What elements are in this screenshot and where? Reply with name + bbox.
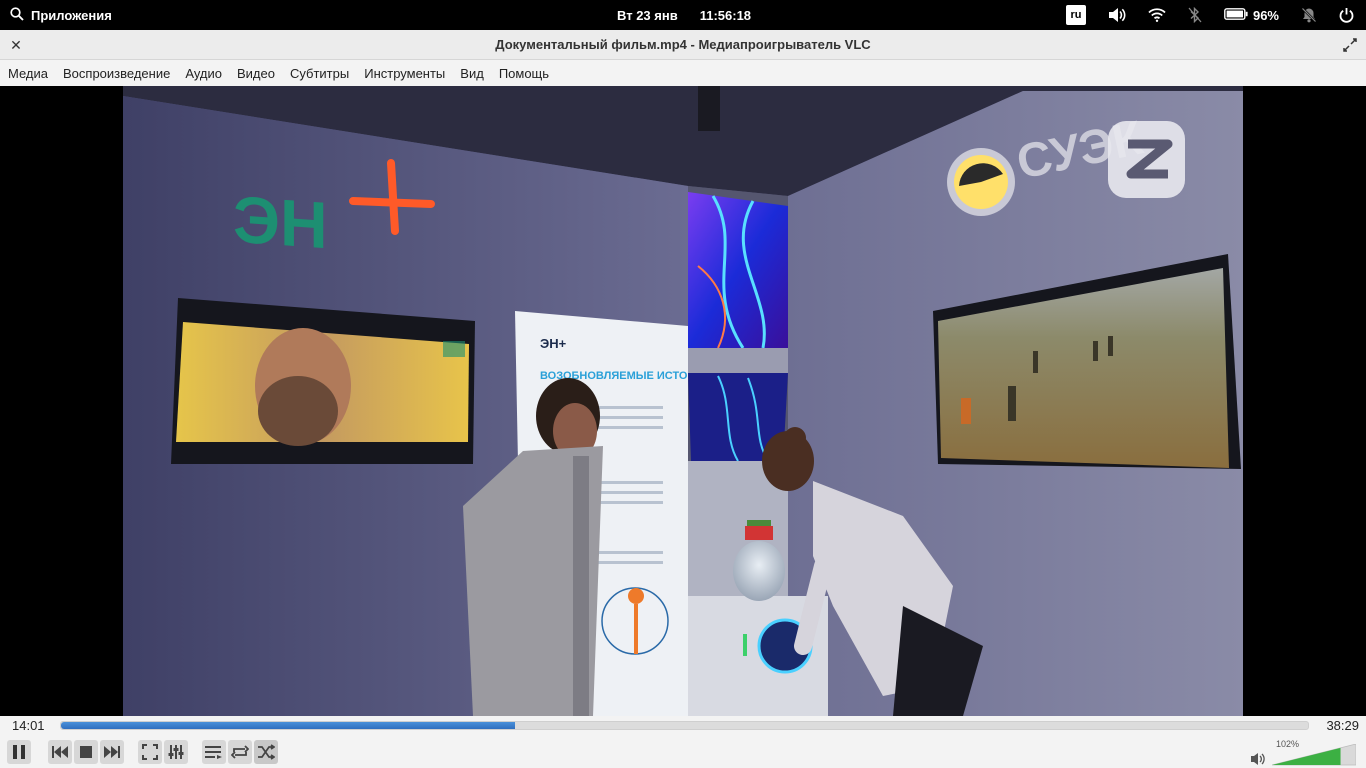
restore-window-icon[interactable] — [1342, 37, 1358, 53]
volume-icon[interactable] — [1108, 7, 1126, 23]
system-top-bar: Приложения Вт 23 янв 11:56:18 ru 96% — [0, 0, 1366, 30]
next-button[interactable] — [100, 740, 124, 764]
volume-slider[interactable] — [1272, 744, 1356, 766]
clock[interactable]: Вт 23 янв 11:56:18 — [617, 0, 751, 30]
equalizer-icon — [168, 745, 184, 759]
menu-media[interactable]: Медиа — [8, 66, 48, 81]
shuffle-icon — [258, 744, 275, 760]
bluetooth-off-icon[interactable] — [1188, 7, 1202, 23]
stand-brand-text: ЭН+ — [540, 336, 567, 351]
menu-bar: Медиа Воспроизведение Аудио Видео Субтит… — [0, 60, 1366, 86]
loop-icon — [231, 745, 249, 759]
menu-audio[interactable]: Аудио — [185, 66, 222, 81]
fullscreen-icon — [142, 744, 158, 760]
pause-button[interactable] — [7, 740, 31, 764]
seek-row: 14:01 38:29 — [0, 716, 1366, 736]
video-area[interactable]: ЭН ЭН+ ВОЗОБНОВЛЯЕМЫЕ ИСТОЧНИКИ ЭНЕРГИИ — [0, 86, 1366, 716]
applications-label: Приложения — [31, 7, 112, 23]
playback-controls: 102% — [0, 736, 1366, 768]
notifications-off-icon[interactable] — [1301, 7, 1317, 23]
menu-tools[interactable]: Инструменты — [364, 66, 445, 81]
menu-view[interactable]: Вид — [460, 66, 484, 81]
battery-percent: 96% — [1252, 7, 1279, 23]
power-icon[interactable] — [1339, 7, 1354, 23]
applications-menu[interactable]: Приложения — [10, 0, 112, 30]
seek-slider[interactable] — [60, 721, 1309, 730]
system-tray: ru 96% — [1065, 0, 1354, 30]
video-frame-image: ЭН ЭН+ ВОЗОБНОВЛЯЕМЫЕ ИСТОЧНИКИ ЭНЕРГИИ — [123, 86, 1243, 716]
battery-icon — [1224, 7, 1248, 23]
previous-icon — [52, 746, 68, 758]
menu-help[interactable]: Помощь — [499, 66, 549, 81]
window-title-bar: ✕ Документальный фильм.mp4 - Медиапроигр… — [0, 30, 1366, 60]
previous-button[interactable] — [48, 740, 72, 764]
menu-video[interactable]: Видео — [237, 66, 275, 81]
date-text: Вт 23 янв — [617, 7, 678, 23]
menu-playback[interactable]: Воспроизведение — [63, 66, 170, 81]
elapsed-time: 14:01 — [12, 718, 45, 733]
extended-settings-button[interactable] — [164, 740, 188, 764]
battery-indicator[interactable]: 96% — [1224, 8, 1279, 23]
speaker-icon[interactable] — [1250, 752, 1266, 768]
menu-subtitles[interactable]: Субтитры — [290, 66, 349, 81]
search-icon — [10, 6, 24, 24]
video-frame[interactable]: ЭН ЭН+ ВОЗОБНОВЛЯЕМЫЕ ИСТОЧНИКИ ЭНЕРГИИ — [123, 86, 1243, 716]
stop-icon — [80, 746, 92, 758]
volume-control[interactable]: 102% — [1248, 738, 1358, 768]
loop-button[interactable] — [228, 740, 252, 764]
svg-text:ЭН: ЭН — [233, 183, 328, 264]
time-text: 11:56:18 — [699, 7, 752, 23]
wifi-icon[interactable] — [1148, 8, 1166, 22]
seek-progress — [61, 722, 515, 729]
shuffle-button[interactable] — [254, 740, 278, 764]
window-title: Документальный фильм.mp4 - Медиапроигрыв… — [495, 37, 871, 52]
keyboard-layout-indicator[interactable]: ru — [1065, 5, 1086, 25]
playlist-icon — [205, 746, 222, 759]
pause-icon — [13, 745, 25, 759]
next-icon — [104, 746, 120, 758]
stop-button[interactable] — [74, 740, 98, 764]
playlist-button[interactable] — [202, 740, 226, 764]
total-duration: 38:29 — [1326, 718, 1359, 733]
fullscreen-button[interactable] — [138, 740, 162, 764]
